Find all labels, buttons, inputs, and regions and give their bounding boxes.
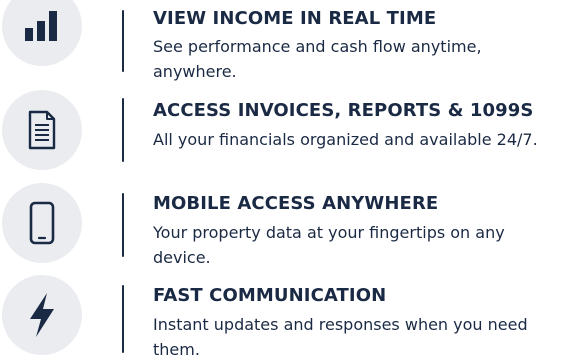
feature-title: FAST COMMUNICATION (153, 285, 387, 306)
feature-description: All your financials organized and availa… (153, 130, 538, 149)
icon-badge (2, 0, 82, 66)
divider (122, 98, 124, 162)
feature-item-real-time-income: VIEW INCOME IN REAL TIME See performance… (0, 0, 572, 81)
icon-badge (2, 275, 82, 355)
feature-description: Instant updates and responses when you n… (153, 315, 528, 359)
feature-description: Your property data at your fingertips on… (153, 223, 505, 267)
feature-title: VIEW INCOME IN REAL TIME (153, 8, 437, 29)
divider (122, 10, 124, 72)
feature-description: See performance and cash flow anytime, a… (153, 37, 482, 81)
feature-title: MOBILE ACCESS ANYWHERE (153, 193, 439, 214)
divider (122, 285, 124, 353)
feature-item-mobile-access: MOBILE ACCESS ANYWHERE Your property dat… (0, 183, 572, 275)
feature-list: VIEW INCOME IN REAL TIME See performance… (0, 0, 572, 361)
feature-item-fast-communication: FAST COMMUNICATION Instant updates and r… (0, 275, 572, 361)
icon-badge (2, 90, 82, 170)
divider (122, 193, 124, 257)
bar-chart-icon (25, 11, 57, 41)
icon-badge (2, 183, 82, 263)
mobile-phone-icon (29, 201, 55, 245)
lightning-bolt-icon (30, 293, 54, 337)
feature-title: ACCESS INVOICES, REPORTS & 1099S (153, 100, 534, 121)
feature-item-invoices-reports: ACCESS INVOICES, REPORTS & 1099S All you… (0, 90, 572, 182)
document-icon (28, 110, 56, 150)
